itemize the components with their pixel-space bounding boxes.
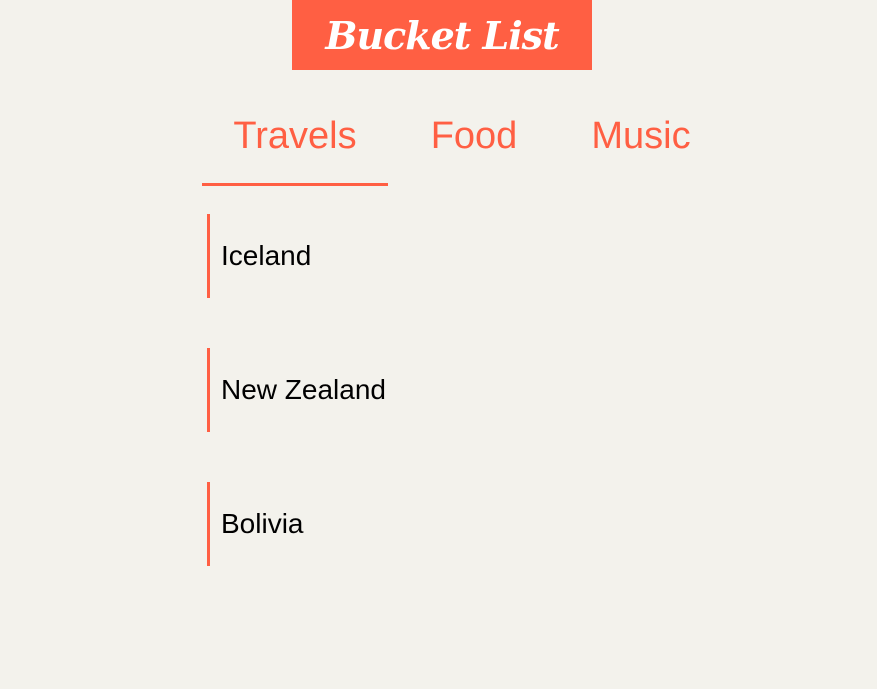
app-logo: Bucket List [292,0,592,70]
tab-label: Food [430,115,518,157]
list-item-label: Iceland [221,240,312,271]
list-item-label: Bolivia [221,508,304,539]
list-item-label: New Zealand [221,374,386,405]
tab-label: Travels [233,115,357,157]
list-item[interactable]: Bolivia [207,482,607,566]
bucket-list: Iceland New Zealand Bolivia [207,214,607,616]
tab-food[interactable]: Food [414,110,534,186]
tab-label: Music [591,115,691,157]
list-item[interactable]: Iceland [207,214,607,298]
tab-travels[interactable]: Travels [202,110,388,186]
list-item[interactable]: New Zealand [207,348,607,432]
app-title: Bucket List [325,12,559,58]
tab-music[interactable]: Music [576,110,706,186]
